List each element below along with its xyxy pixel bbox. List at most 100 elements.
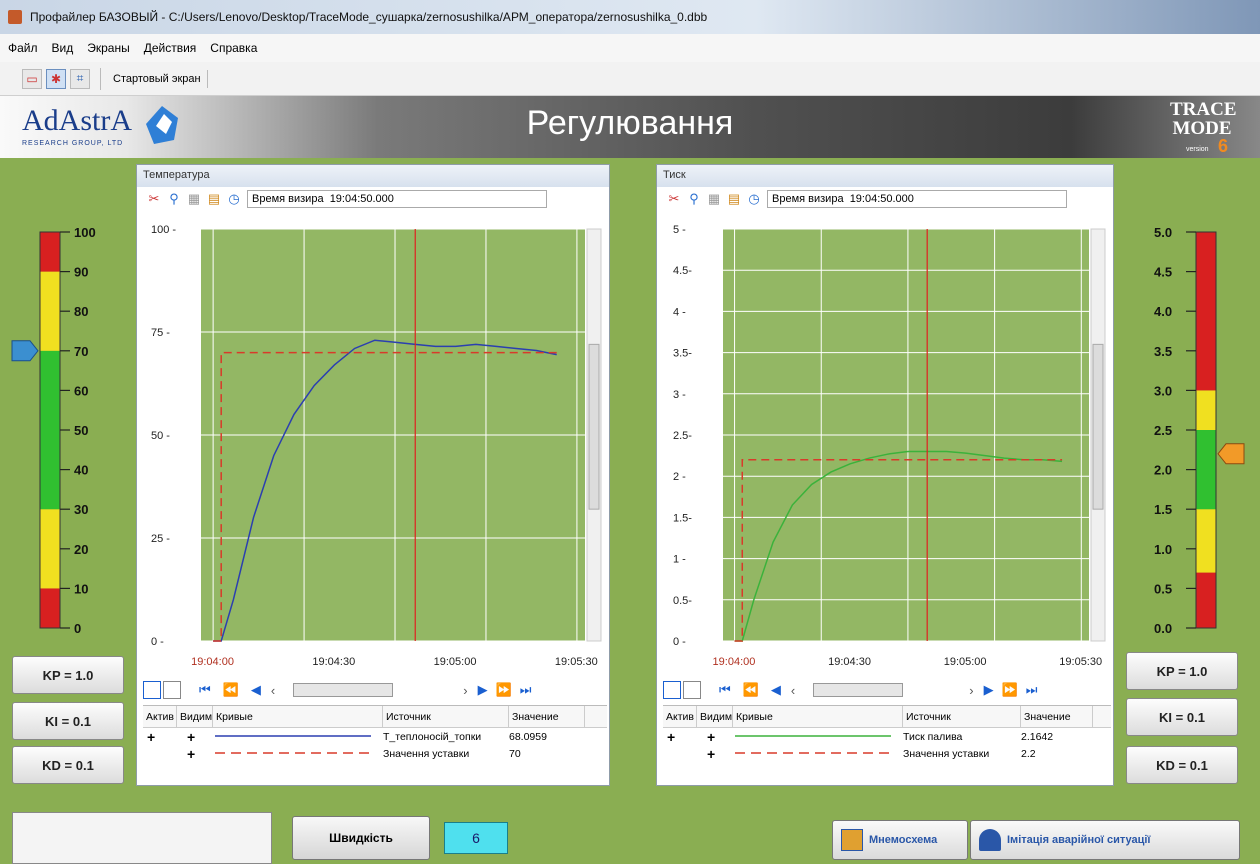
window-title: Профайлер БАЗОВЫЙ - C:/Users/Lenovo/Desk… (30, 10, 708, 24)
tab-start-screen[interactable]: Стартовый экран (107, 69, 208, 88)
step-back-icon[interactable]: ◀ (771, 682, 781, 698)
legend-curve-sample (733, 731, 903, 743)
ki-button-left[interactable]: KI = 0.1 (12, 702, 124, 740)
gauge-zone (1196, 430, 1216, 510)
mnemoscheme-button[interactable]: Мнемосхема (832, 820, 968, 860)
gauge-label: 1.5 (1154, 502, 1172, 517)
legend-source: Тиск палива (903, 730, 963, 743)
menu-bar: Файл Вид Экраны Действия Справка (0, 34, 1260, 62)
step-forward-icon[interactable]: ▶ (984, 682, 994, 698)
zoom-icon[interactable]: ⚲ (167, 192, 181, 206)
y-tick-label: 4.5- (673, 265, 692, 277)
go-start-icon[interactable]: ⏮ (719, 682, 731, 698)
kp-button-right[interactable]: KP = 1.0 (1126, 652, 1238, 690)
print-icon[interactable] (663, 681, 681, 699)
y-tick-label: 50 - (151, 430, 170, 442)
legend-source: Значення уставки (903, 747, 990, 760)
gauge-label: 70 (74, 344, 88, 359)
legend-col-curves: Кривые (733, 705, 903, 728)
fast-forward-icon[interactable]: ⏩ (1002, 682, 1018, 698)
kp-button-left[interactable]: KP = 1.0 (12, 656, 124, 694)
kd-button-left[interactable]: KD = 0.1 (12, 746, 124, 784)
gauge-label: 3.0 (1154, 383, 1172, 398)
visor-label: Время визира (252, 193, 324, 205)
temperature-trend-panel: Температура ✂ ⚲ ▦ ▤ ◷ Время визира 19:04… (136, 164, 610, 786)
menu-file[interactable]: Файл (8, 41, 38, 55)
legend-value: 70 (509, 747, 521, 760)
gauge-label: 0 (74, 621, 81, 636)
cursor-icon[interactable]: ✂ (667, 192, 681, 206)
y-tick-label: 0 - (673, 636, 686, 648)
y-tick-label: 3 - (673, 389, 686, 401)
legend-active-mark[interactable]: + (663, 729, 697, 745)
temperature-chart[interactable]: 100 - 75 - 50 - 25 - 0 - 19:04:00 19:04:30 19:0… (137, 217, 609, 667)
y-tick-label: 0 - (151, 636, 164, 648)
run-icon[interactable]: ✱ (46, 68, 66, 89)
legend-col-value: Значение (1021, 705, 1093, 728)
legend-row[interactable]: + Значення уставки 70 (143, 745, 607, 762)
legend-visible-mark[interactable]: + (177, 729, 213, 745)
menu-actions[interactable]: Действия (144, 41, 197, 55)
scroll-left-icon[interactable]: ‹ (791, 683, 795, 698)
message-box (12, 812, 272, 864)
menu-screens[interactable]: Экраны (87, 41, 129, 55)
y-tick-label: 5 - (673, 224, 686, 236)
legend-row[interactable]: + + T_теплоносій_топки 68.0959 (143, 728, 607, 745)
menu-view[interactable]: Вид (52, 41, 74, 55)
go-start-icon[interactable]: ⏮ (199, 682, 211, 698)
fast-forward-icon[interactable]: ⏩ (496, 682, 512, 698)
legend-visible-mark[interactable]: + (697, 746, 733, 762)
legend-col-visible: Видим (697, 705, 733, 728)
gauge-label: 20 (74, 542, 88, 557)
pressure-trend-panel: Тиск ✂ ⚲ ▦ ▤ ◷ Время визира 19:04:50.000… (656, 164, 1114, 786)
legend-col-active: Актив (143, 705, 177, 728)
speed-button[interactable]: Швидкість (292, 816, 430, 860)
y-tick-label: 2.5- (673, 430, 692, 442)
legend-source: T_теплоносій_топки (383, 730, 482, 743)
go-end-icon[interactable]: ⏭ (1026, 682, 1038, 698)
print-icon[interactable] (143, 681, 161, 699)
menu-help[interactable]: Справка (210, 41, 257, 55)
zoom-icon[interactable]: ⚲ (687, 192, 701, 206)
chart-settings-icon[interactable]: ▤ (727, 192, 741, 206)
chart-settings-icon[interactable]: ▤ (207, 192, 221, 206)
fast-back-icon[interactable]: ⏪ (223, 682, 239, 698)
speed-value[interactable]: 6 (444, 822, 508, 854)
alarm-simulation-button[interactable]: Імітація аварійної ситуації (970, 820, 1240, 860)
table-icon[interactable] (683, 681, 701, 699)
step-back-icon[interactable]: ◀ (251, 682, 261, 698)
scroll-right-icon[interactable]: › (969, 683, 973, 698)
visor-label: Время визира (772, 193, 844, 205)
grid-icon[interactable]: ▦ (707, 192, 721, 206)
table-icon[interactable] (163, 681, 181, 699)
legend-active-mark[interactable]: + (143, 729, 177, 745)
fullscreen-icon[interactable]: ⌗ (70, 68, 90, 89)
scroll-right-icon[interactable]: › (463, 683, 467, 698)
grid-icon[interactable]: ▦ (187, 192, 201, 206)
legend-visible-mark[interactable]: + (177, 746, 213, 762)
pressure-chart[interactable]: 5 - 4.5- 4 - 3.5- 3 - 2.5- 2 - 1.5- 1 - 0.5- 0 - 19… (657, 217, 1113, 667)
y-tick-label: 75 - (151, 327, 170, 339)
save-icon[interactable]: ▭ (22, 68, 42, 89)
go-end-icon[interactable]: ⏭ (520, 682, 532, 698)
step-forward-icon[interactable]: ▶ (478, 682, 488, 698)
legend-visible-mark[interactable]: + (697, 729, 733, 745)
ki-button-right[interactable]: KI = 0.1 (1126, 698, 1238, 736)
legend-curve-sample (733, 748, 903, 760)
fast-back-icon[interactable]: ⏪ (743, 682, 759, 698)
gauge-zone (40, 271, 60, 351)
cursor-icon[interactable]: ✂ (147, 192, 161, 206)
gauge-label: 5.0 (1154, 225, 1172, 240)
time-scrollbar-thumb[interactable] (293, 683, 394, 697)
visor-time-field[interactable]: Время визира 19:04:50.000 (247, 190, 547, 208)
clock-icon[interactable]: ◷ (227, 192, 241, 206)
tm-logo-line1: TRACE (1170, 99, 1237, 120)
kd-button-right[interactable]: KD = 0.1 (1126, 746, 1238, 784)
legend-row[interactable]: + Значення уставки 2.2 (663, 745, 1111, 762)
visor-time-field[interactable]: Время визира 19:04:50.000 (767, 190, 1067, 208)
legend-row[interactable]: + + Тиск палива 2.1642 (663, 728, 1111, 745)
scroll-left-icon[interactable]: ‹ (271, 683, 275, 698)
clock-icon[interactable]: ◷ (747, 192, 761, 206)
time-scrollbar-thumb[interactable] (813, 683, 904, 697)
y-tick-label: 1.5- (673, 512, 692, 524)
